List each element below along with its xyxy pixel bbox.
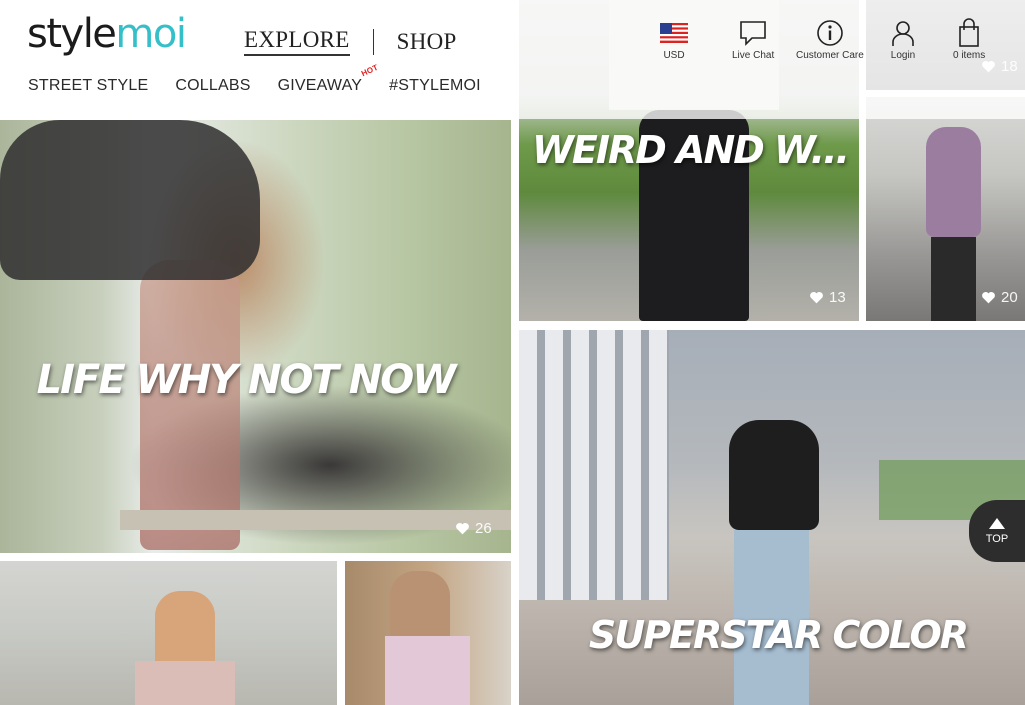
post-title: LIFE WHY NOT NOW bbox=[36, 357, 457, 403]
post-tile-life-why-not-now[interactable]: LIFE WHY NOT NOW 26 bbox=[0, 120, 511, 553]
like-count[interactable]: 18 bbox=[981, 58, 1018, 75]
hot-badge: HOT bbox=[359, 62, 380, 79]
nav-shop[interactable]: SHOP bbox=[397, 29, 457, 55]
login-link[interactable]: Login bbox=[888, 18, 918, 61]
like-count[interactable]: 13 bbox=[809, 289, 846, 306]
cart-link[interactable]: 0 items bbox=[953, 18, 985, 61]
subnav-street-style[interactable]: STREET STYLE bbox=[28, 77, 148, 95]
arrow-up-icon bbox=[989, 517, 1005, 529]
post-tile-superstar-color[interactable]: SUPERSTAR COLOR bbox=[519, 330, 1025, 705]
us-flag-icon bbox=[660, 23, 688, 43]
site-logo[interactable]: stylemoi bbox=[27, 14, 187, 54]
sub-nav: STREET STYLE COLLABS GIVEAWAY HOT #STYLE… bbox=[28, 63, 481, 95]
nav-explore[interactable]: EXPLORE bbox=[244, 27, 350, 56]
chat-bubble-icon bbox=[740, 21, 766, 46]
post-title: WEIRD AND W... bbox=[532, 128, 850, 172]
site-header: 18 stylemoi EXPLORE SHOP STREET STYLE CO… bbox=[0, 0, 1025, 119]
post-title: SUPERSTAR COLOR bbox=[588, 613, 969, 657]
currency-selector[interactable]: USD bbox=[660, 18, 688, 61]
heart-icon bbox=[810, 292, 823, 304]
info-icon bbox=[817, 20, 843, 46]
like-count[interactable]: 26 bbox=[455, 520, 492, 537]
live-chat-link[interactable]: Live Chat bbox=[732, 18, 774, 61]
back-to-top-button[interactable]: TOP bbox=[969, 500, 1025, 562]
post-tile[interactable] bbox=[345, 561, 511, 705]
shopping-bag-icon bbox=[959, 18, 979, 47]
customer-care-link[interactable]: Customer Care bbox=[796, 18, 864, 61]
main-nav: EXPLORE SHOP bbox=[244, 27, 457, 56]
heart-icon bbox=[456, 523, 469, 535]
subnav-stylemoi[interactable]: #STYLEMOI bbox=[389, 77, 481, 95]
like-count[interactable]: 20 bbox=[981, 289, 1018, 306]
nav-divider bbox=[372, 28, 374, 55]
subnav-collabs[interactable]: COLLABS bbox=[175, 77, 250, 95]
post-tile[interactable] bbox=[0, 561, 337, 705]
heart-icon bbox=[982, 61, 995, 73]
user-icon bbox=[892, 21, 914, 46]
heart-icon bbox=[982, 292, 995, 304]
subnav-giveaway[interactable]: GIVEAWAY HOT bbox=[278, 63, 380, 95]
post-tile[interactable]: 20 bbox=[866, 97, 1025, 321]
